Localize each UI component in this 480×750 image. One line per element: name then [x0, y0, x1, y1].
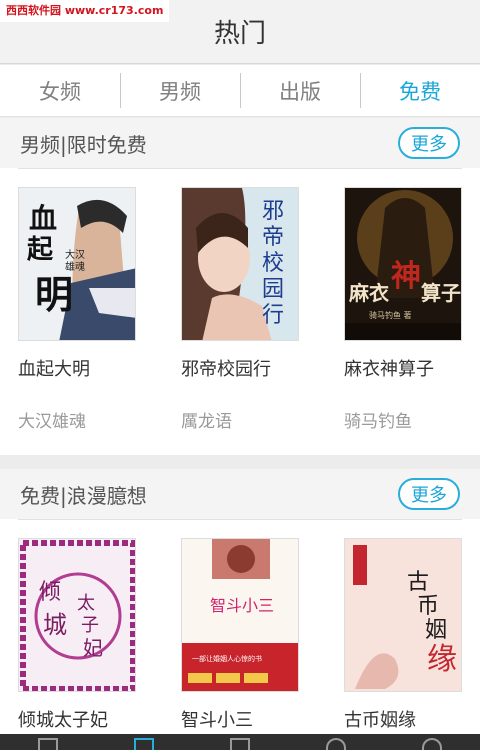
svg-text:姻: 姻: [425, 618, 447, 643]
more-button[interactable]: 更多: [398, 478, 460, 510]
svg-text:算子: 算子: [421, 281, 461, 305]
svg-text:起: 起: [27, 235, 54, 265]
grid-icon[interactable]: [228, 734, 252, 750]
svg-text:妃: 妃: [83, 636, 103, 660]
user-icon[interactable]: [420, 734, 444, 750]
section-header: 男频|限时免费 更多: [0, 118, 480, 168]
book-author: 骑马钓鱼: [344, 412, 412, 432]
tab-free[interactable]: 免费: [360, 65, 480, 116]
search-icon[interactable]: [324, 734, 348, 750]
svg-text:倾: 倾: [39, 580, 61, 605]
tab-male[interactable]: 男频: [120, 65, 240, 116]
svg-text:大汉: 大汉: [65, 248, 85, 261]
book-row: 血 起 明 大汉 雄魂 血起大明 大汉雄魂 邪 帝 校 园 行 邪帝校园行 厲龙…: [0, 169, 480, 432]
section-title: 男频|限时免费: [20, 132, 147, 157]
svg-text:邪: 邪: [262, 199, 284, 224]
svg-text:骑马钓鱼 著: 骑马钓鱼 著: [369, 310, 412, 320]
svg-text:古: 古: [407, 570, 429, 595]
page-title: 热门: [213, 19, 266, 49]
svg-text:缘: 缘: [427, 642, 457, 677]
bookshelf-icon[interactable]: [36, 734, 60, 750]
watermark-logo: 西西软件园 www.cr173.com: [0, 0, 170, 22]
book-cover[interactable]: 古 币 姻 缘: [344, 538, 462, 692]
book-cover[interactable]: 血 起 明 大汉 雄魂: [18, 187, 136, 341]
svg-text:智斗小三: 智斗小三: [210, 596, 274, 615]
svg-text:行: 行: [262, 303, 284, 328]
svg-text:血: 血: [29, 202, 57, 235]
svg-text:帝: 帝: [262, 225, 284, 250]
book-item[interactable]: 智斗小三 一部让婚姻人心惊的书 智斗小三: [181, 538, 299, 732]
svg-text:神: 神: [391, 259, 421, 294]
gift-icon[interactable]: [132, 734, 156, 750]
book-title[interactable]: 麻衣神算子: [344, 355, 462, 381]
book-cover[interactable]: 倾 城 太 子 妃: [18, 538, 136, 692]
svg-text:麻衣: 麻衣: [348, 281, 389, 305]
tab-female[interactable]: 女频: [0, 65, 120, 116]
book-title[interactable]: 智斗小三: [181, 706, 299, 732]
svg-text:明: 明: [35, 272, 73, 317]
svg-text:校: 校: [262, 251, 284, 276]
book-title[interactable]: 古币姻缘: [344, 706, 462, 732]
book-item[interactable]: 麻衣 神 算子 骑马钓鱼 著 麻衣神算子 骑马钓鱼: [344, 187, 462, 432]
book-title[interactable]: 邪帝校园行: [181, 355, 299, 381]
svg-text:雄魂: 雄魂: [65, 260, 85, 273]
svg-text:园: 园: [262, 277, 284, 302]
book-item[interactable]: 倾 城 太 子 妃 倾城太子妃: [18, 538, 136, 732]
book-item[interactable]: 血 起 明 大汉 雄魂 血起大明 大汉雄魂: [18, 187, 136, 432]
section-title: 免费|浪漫臆想: [20, 483, 147, 508]
bottom-navigation: [0, 734, 480, 750]
book-cover[interactable]: 智斗小三 一部让婚姻人心惊的书: [181, 538, 299, 692]
more-button[interactable]: 更多: [398, 127, 460, 159]
svg-text:太: 太: [77, 593, 95, 614]
tab-published[interactable]: 出版: [240, 65, 360, 116]
book-author: 厲龙语: [181, 412, 232, 432]
book-cover[interactable]: 邪 帝 校 园 行: [181, 187, 299, 341]
book-row: 倾 城 太 子 妃 倾城太子妃 智斗小三 一部让婚姻人心惊的书 智斗小三 古 币…: [0, 520, 480, 732]
svg-text:币: 币: [417, 594, 439, 619]
category-tabs: 女频 男频 出版 免费: [0, 65, 480, 117]
book-item[interactable]: 古 币 姻 缘 古币姻缘: [344, 538, 462, 732]
section-male-free: 男频|限时免费 更多 血 起 明 大汉 雄魂 血起大明 大汉雄魂 邪 帝 校 园…: [0, 118, 480, 455]
book-item[interactable]: 邪 帝 校 园 行 邪帝校园行 厲龙语: [181, 187, 299, 432]
svg-text:一部让婚姻人心惊的书: 一部让婚姻人心惊的书: [192, 654, 262, 663]
book-title[interactable]: 倾城太子妃: [18, 706, 136, 732]
svg-text:子: 子: [81, 615, 99, 636]
svg-text:城: 城: [43, 611, 67, 639]
section-header: 免费|浪漫臆想 更多: [0, 469, 480, 519]
book-author: 大汉雄魂: [18, 412, 86, 432]
book-cover[interactable]: 麻衣 神 算子 骑马钓鱼 著: [344, 187, 462, 341]
section-romance-free: 免费|浪漫臆想 更多 倾 城 太 子 妃 倾城太子妃 智斗小三 一部让婚姻人心惊…: [0, 469, 480, 734]
book-title[interactable]: 血起大明: [18, 355, 136, 381]
